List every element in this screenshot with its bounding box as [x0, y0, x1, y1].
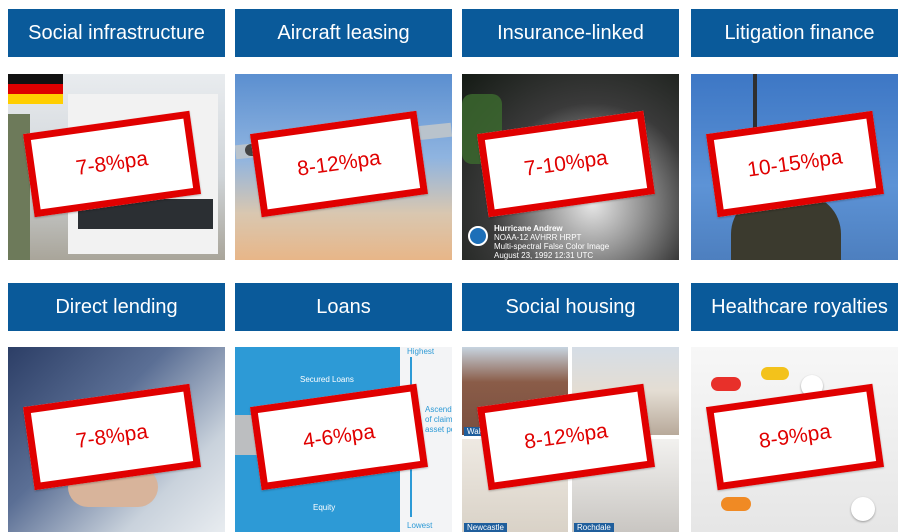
- flag-gold: [8, 94, 63, 104]
- justice-statue-photo: 10-15%pa: [691, 74, 898, 260]
- return-rate-stamp: 7-8%pa: [22, 383, 202, 491]
- ranking-label-3: asset pool: [425, 425, 452, 434]
- pills-photo: 8-9%pa: [691, 347, 898, 532]
- tile-header: Insurance-linked: [462, 9, 679, 57]
- tile-header: Aircraft leasing: [235, 9, 452, 57]
- tile-header: Social housing: [462, 283, 679, 331]
- pill-red: [711, 377, 741, 391]
- return-rate-stamp: 8-9%pa: [705, 383, 885, 491]
- return-rate-stamp: 8-12%pa: [249, 110, 429, 218]
- ranking-label-2: of claims on: [425, 415, 452, 424]
- location-label-2: Newcastle: [464, 523, 507, 532]
- aircraft-photo: 8-12%pa: [235, 74, 452, 260]
- return-rate-stamp: 7-10%pa: [476, 110, 656, 218]
- caption-line-2: NOAA-12 AVHRR HRPT: [494, 233, 582, 242]
- office-building-photo: 7-8%pa: [8, 74, 225, 260]
- caption-line-3: Multi-spectral False Color Image: [494, 242, 610, 251]
- lowest-label: Lowest: [407, 521, 433, 530]
- tile-header: Social infrastructure: [8, 9, 225, 57]
- pill-yellow: [761, 367, 789, 380]
- tile-header: Litigation finance: [691, 9, 898, 57]
- caption-line-1: Hurricane Andrew: [494, 224, 563, 233]
- flag-red: [8, 84, 63, 94]
- return-rate-stamp: 10-15%pa: [705, 110, 885, 218]
- caption-line-4: August 23, 1992 12:31 UTC: [494, 251, 594, 260]
- highest-label: Highest: [407, 347, 435, 356]
- tile-header: Loans: [235, 283, 452, 331]
- handshake-photo: 7-8%pa: [8, 347, 225, 532]
- pill-orange: [721, 497, 751, 511]
- ranking-label-1: Ascending: [425, 405, 452, 414]
- location-label-3: Rochdale: [574, 523, 614, 532]
- equity-label: Equity: [313, 503, 336, 512]
- pill-white-2: [851, 497, 875, 521]
- secured-loans-label: Secured Loans: [300, 375, 354, 384]
- sword: [753, 74, 757, 134]
- noaa-logo-icon: [468, 226, 488, 246]
- housing-collage: Wakefield Newcastle Rochdale 8-12%pa: [462, 347, 679, 532]
- flag-black: [8, 74, 63, 84]
- capital-structure-diagram: Secured Loans Equity Highest Lowest Asce…: [235, 347, 452, 532]
- tile-header: Healthcare royalties: [691, 283, 898, 331]
- tile-header: Direct lending: [8, 283, 225, 331]
- hurricane-satellite-photo: Hurricane Andrew NOAA-12 AVHRR HRPT Mult…: [462, 74, 679, 260]
